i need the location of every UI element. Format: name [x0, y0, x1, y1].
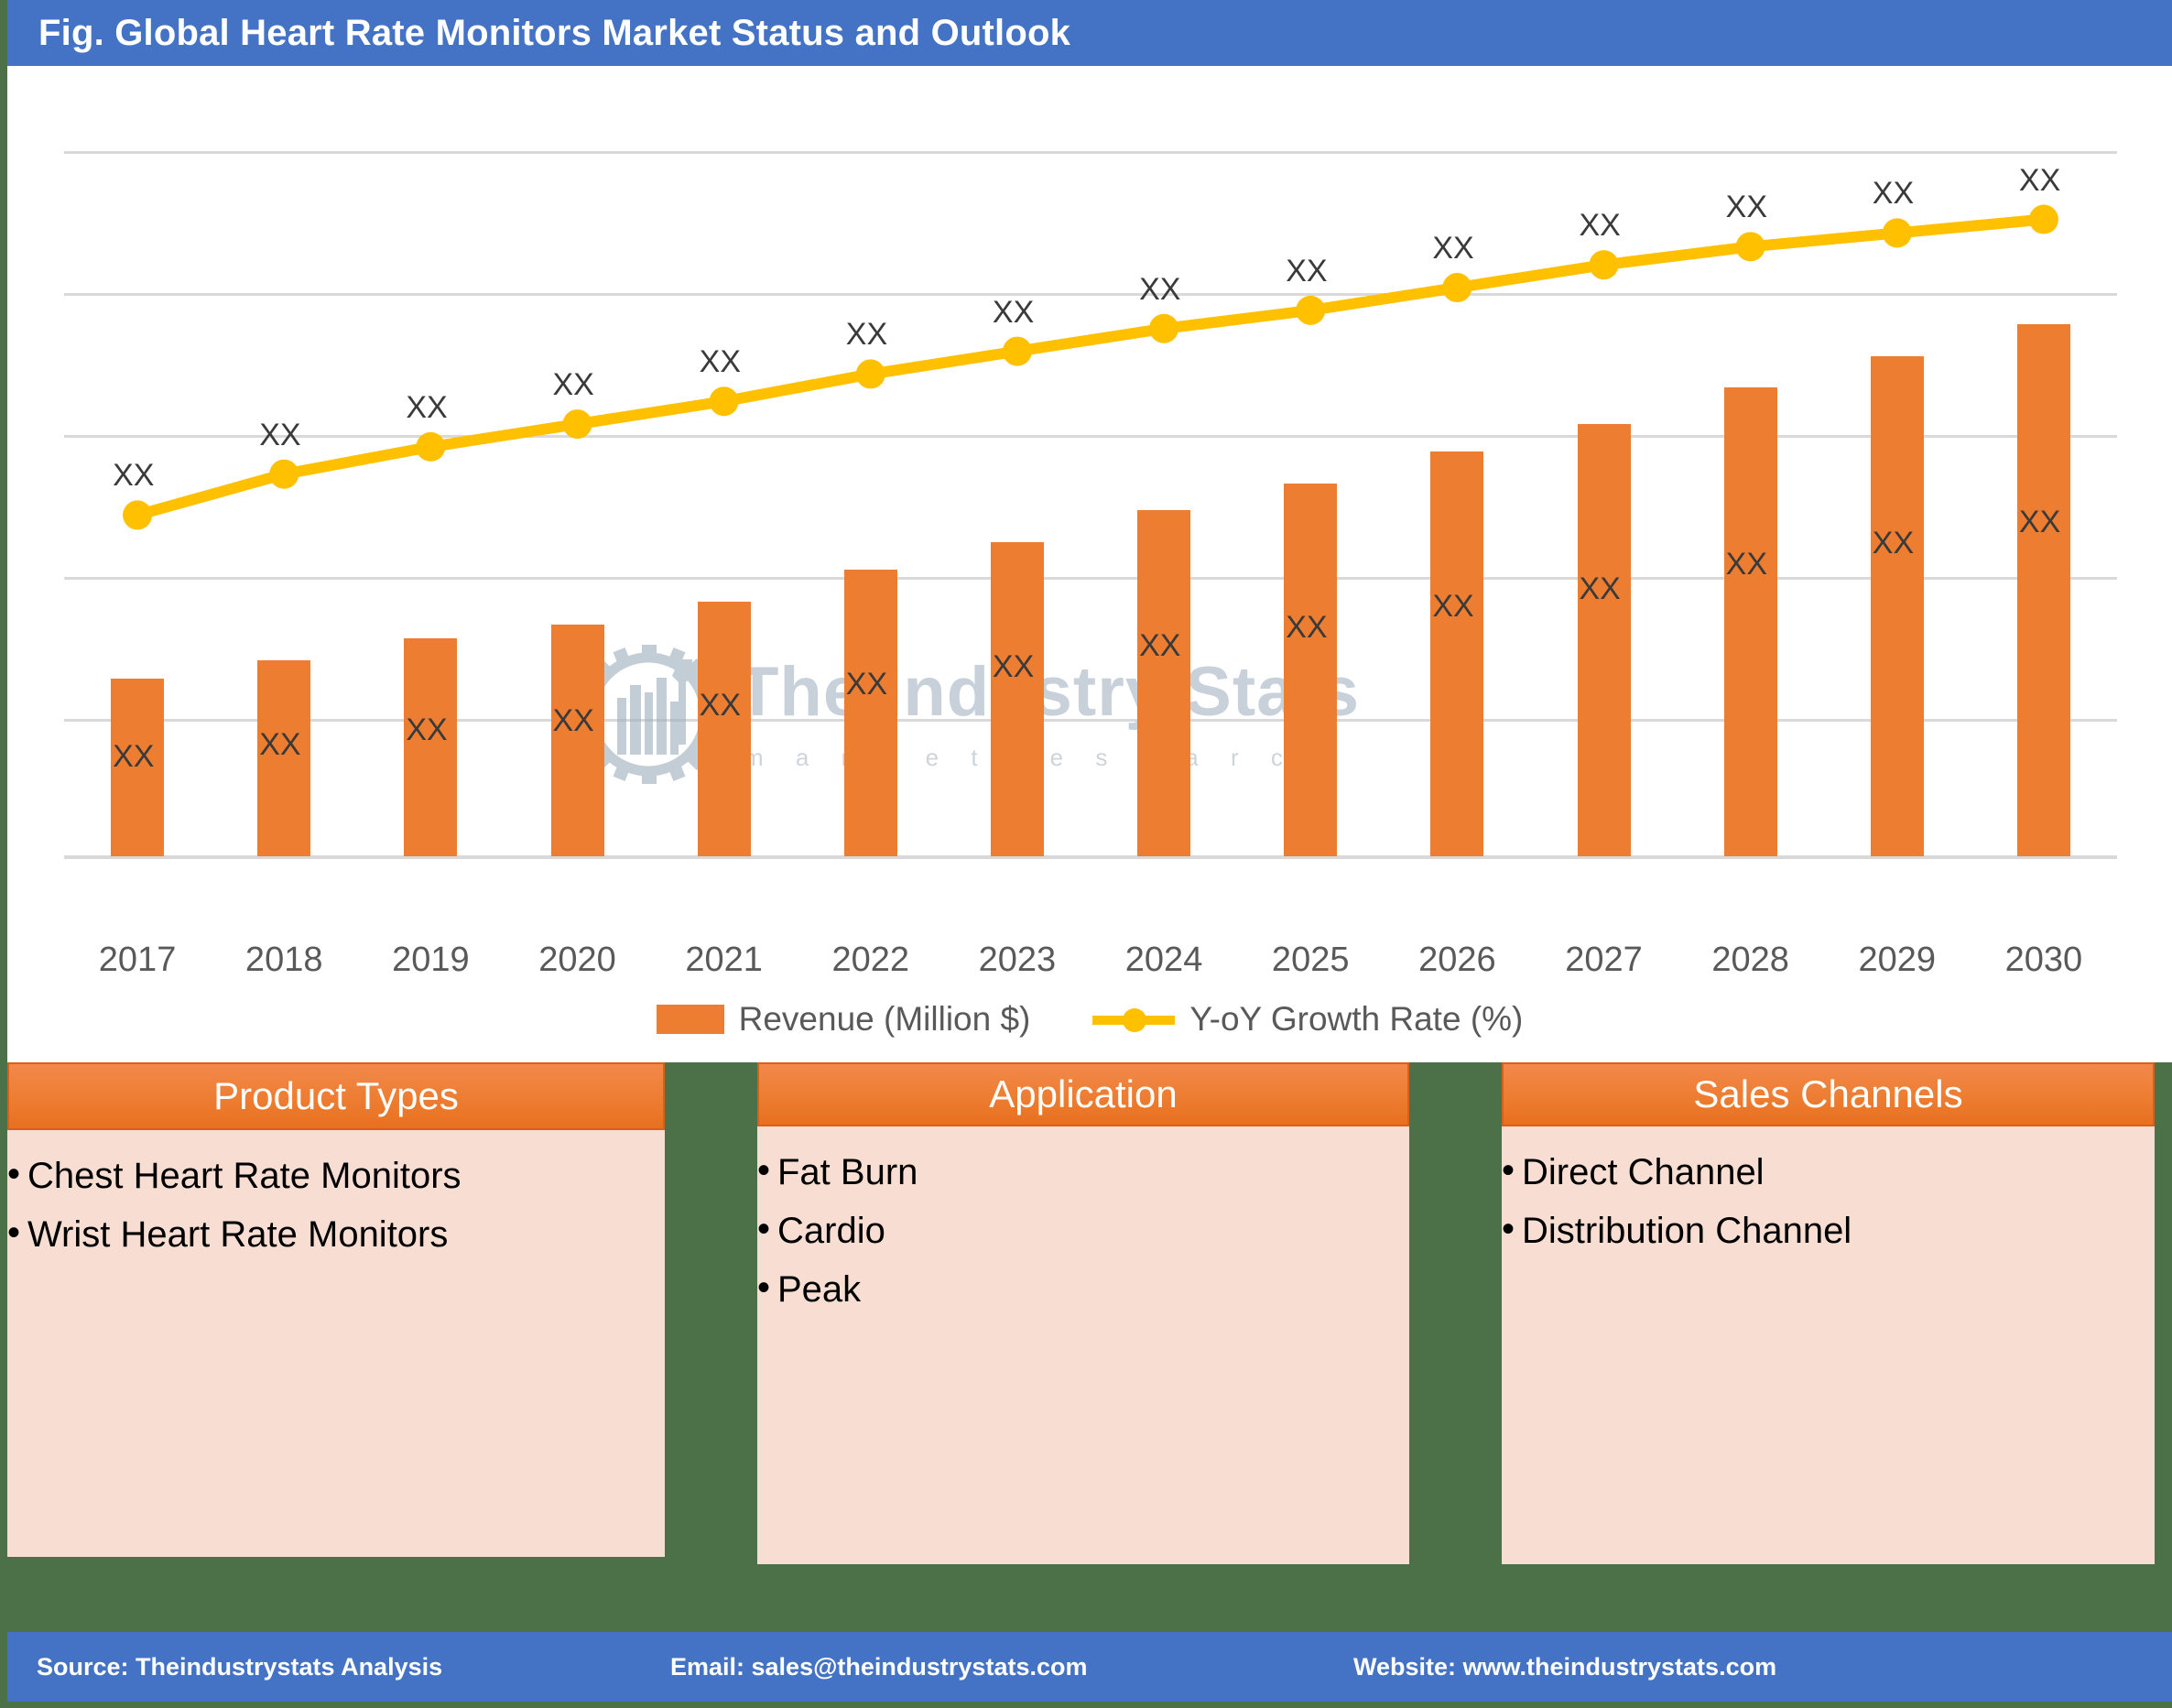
category-list-item: Cardio [757, 1211, 1409, 1249]
line-marker [2028, 204, 2058, 234]
line-marker-swatch-icon [1092, 1006, 1176, 1033]
line-marker [1735, 232, 1765, 262]
legend-item-revenue[interactable]: Revenue (Million $) [656, 1000, 1031, 1039]
x-axis-tick-label: 2021 [685, 941, 763, 979]
category-list-item: Wrist Heart Rate Monitors [7, 1214, 665, 1253]
line-marker [269, 459, 299, 489]
legend-label-growth-rate: Y-oY Growth Rate (%) [1189, 1000, 1524, 1038]
footer-bar: Source: Theindustrystats Analysis Email:… [7, 1632, 2172, 1702]
category-body-product-types: Chest Heart Rate Monitors Wrist Heart Rat… [7, 1130, 665, 1557]
x-axis-tick-label: 2020 [538, 941, 616, 979]
category-list-item: Direct Channel [1502, 1152, 2155, 1191]
category-list-item: Peak [757, 1269, 1409, 1308]
line-marker [416, 431, 446, 462]
plot-area: The Industry Stats m a r k e t r e s e a… [64, 151, 2117, 859]
x-axis-tick-label: 2017 [98, 941, 177, 979]
category-list-application: Fat Burn Cardio Peak [757, 1152, 1409, 1308]
x-axis-tick-label: 2029 [1858, 941, 1937, 979]
line-marker [1882, 218, 1912, 248]
category-body-application: Fat Burn Cardio Peak [757, 1126, 1409, 1564]
footer-website[interactable]: Website: www.theindustrystats.com [1353, 1653, 1776, 1681]
line-marker [855, 359, 885, 389]
x-axis-tick-label: 2025 [1271, 941, 1350, 979]
x-axis-tick-label: 2023 [978, 941, 1057, 979]
category-list-product-types: Chest Heart Rate Monitors Wrist Heart Rat… [7, 1156, 665, 1253]
growth-rate-line [137, 220, 2044, 516]
legend-item-growth-rate[interactable]: Y-oY Growth Rate (%) [1092, 1000, 1523, 1039]
page-title: Fig. Global Heart Rate Monitors Market S… [38, 12, 1071, 53]
bar-swatch-icon [656, 1005, 724, 1034]
legend-label-revenue: Revenue (Million $) [738, 1000, 1031, 1038]
x-axis-tick-label: 2018 [244, 941, 323, 979]
line-marker [562, 409, 592, 440]
x-axis: 2017 2018 2019 2020 2021 2022 2023 2024 2025 2026… [64, 941, 2117, 995]
category-title-product-types: Product Types [7, 1062, 665, 1130]
line-series [123, 204, 2058, 530]
category-title-sales-channels: Sales Channels [1502, 1062, 2155, 1126]
category-box-product-types: Product Types Chest Heart Rate Monitors W… [7, 1062, 665, 1557]
x-axis-tick-label: 2024 [1124, 941, 1203, 979]
footer-source: Source: Theindustrystats Analysis [37, 1652, 443, 1681]
line-marker [709, 386, 739, 417]
category-list-item: Fat Burn [757, 1152, 1409, 1191]
chart-panel: The Industry Stats m a r k e t r e s e a… [7, 66, 2172, 1062]
line-marker [1442, 273, 1472, 303]
category-title-application: Application [757, 1062, 1409, 1126]
line-marker [1002, 336, 1032, 366]
chart-legend: Revenue (Million $) Y-oY Growth Rate (%) [7, 1000, 2172, 1039]
line-marker [1296, 295, 1326, 325]
category-list-sales-channels: Direct Channel Distribution Channel [1502, 1152, 2155, 1249]
x-axis-tick-label: 2027 [1565, 941, 1643, 979]
category-boxes: Product Types Chest Heart Rate Monitors W… [0, 1062, 2172, 1630]
footer-email[interactable]: Email: sales@theindustrystats.com [670, 1653, 1087, 1681]
x-axis-tick-label: 2028 [1711, 941, 1789, 979]
x-axis-tick-label: 2019 [392, 941, 470, 979]
title-bar: Fig. Global Heart Rate Monitors Market S… [7, 0, 2172, 66]
category-body-sales-channels: Direct Channel Distribution Channel [1502, 1126, 2155, 1564]
line-marker [123, 500, 153, 530]
line-marker [1589, 250, 1619, 280]
infographic-page: Fig. Global Heart Rate Monitors Market S… [0, 0, 2172, 1708]
category-box-application: Application Fat Burn Cardio Peak [757, 1062, 1409, 1564]
category-list-item: Distribution Channel [1502, 1211, 2155, 1249]
x-axis-tick-label: 2022 [831, 941, 910, 979]
category-list-item: Chest Heart Rate Monitors [7, 1156, 665, 1194]
category-box-sales-channels: Sales Channels Direct Channel Distributio… [1502, 1062, 2155, 1564]
x-axis-tick-label: 2026 [1418, 941, 1496, 979]
line-marker [1149, 313, 1179, 343]
x-axis-tick-label: 2030 [2004, 941, 2083, 979]
